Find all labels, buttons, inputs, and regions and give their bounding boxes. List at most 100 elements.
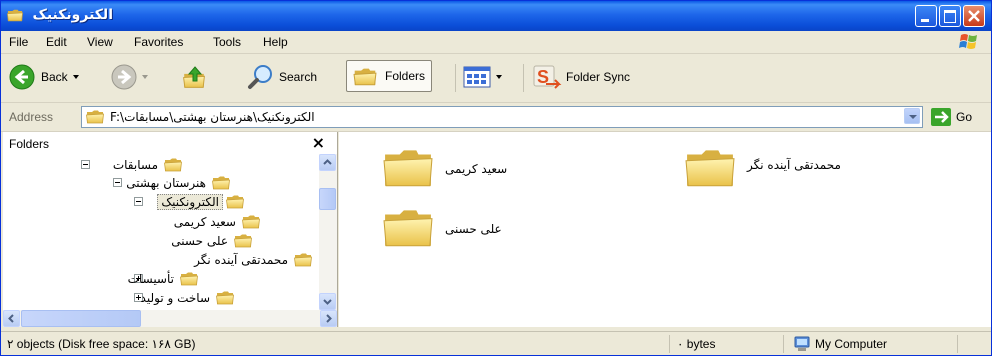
go-button[interactable]: Go	[931, 108, 972, 126]
tree-item[interactable]: تأسیسات	[125, 270, 201, 288]
vertical-scrollbar[interactable]	[319, 154, 337, 310]
menu-help[interactable]: Help	[263, 35, 288, 49]
scroll-right-button[interactable]	[320, 310, 337, 327]
folder-sync-label: Folder Sync	[566, 70, 631, 84]
folder-icon	[242, 215, 260, 229]
address-bar: Address F:\الکترونکنیک\هنرستان بهشتی\مسا…	[1, 103, 991, 132]
tree-item[interactable]: سعید کریمی	[171, 213, 263, 231]
folder-icon	[383, 146, 433, 188]
folder-item[interactable]: محمدتقی آینده نگر	[685, 146, 905, 192]
folder-up-icon	[183, 66, 205, 88]
chevron-down-icon[interactable]	[496, 75, 502, 79]
views-button[interactable]	[463, 62, 502, 92]
folder-sync-button[interactable]: S Folder Sync	[532, 62, 630, 92]
menu-edit[interactable]: Edit	[46, 35, 67, 49]
folders-pane-header: Folders ×	[3, 132, 337, 154]
tree-expander[interactable]	[134, 197, 143, 206]
file-view[interactable]: سعید کریمی محمدتقی آینده نگر علی حسنی	[339, 132, 991, 327]
explorer-window: الکترونکنیک File Edit View Favorites Too…	[0, 0, 992, 356]
folder-icon	[164, 158, 182, 172]
computer-icon	[794, 336, 810, 351]
toolbar: Back Search Folders S Folder Sync	[1, 54, 991, 103]
chevron-down-icon[interactable]	[72, 75, 79, 79]
folders-button[interactable]: Folders	[346, 60, 433, 92]
window-title: الکترونکنیک	[32, 7, 114, 23]
status-bar: ۲ objects (Disk free space: ۱۶۸ GB) ۰ by…	[1, 331, 991, 355]
folder-icon	[212, 176, 230, 190]
folder-icon	[180, 272, 198, 286]
folder-icon	[234, 234, 252, 248]
chevron-left-icon	[8, 314, 14, 323]
folders-pane: Folders × مسابقات هنرستان بهشتی الکترونک…	[3, 132, 338, 327]
folder-icon	[7, 9, 23, 21]
folder-item[interactable]: سعید کریمی	[383, 146, 563, 192]
forward-arrow-icon	[111, 64, 137, 90]
menu-favorites[interactable]: Favorites	[134, 35, 183, 49]
status-divider	[783, 335, 784, 353]
windows-logo-icon	[959, 34, 977, 49]
minimize-button[interactable]	[915, 5, 937, 27]
scroll-down-button[interactable]	[319, 293, 336, 310]
tree-item[interactable]: مسابقات	[110, 156, 185, 174]
toolbar-divider	[523, 64, 524, 92]
folder-sync-icon: S	[533, 65, 562, 89]
search-button[interactable]: Search	[247, 62, 317, 92]
forward-button[interactable]	[111, 62, 148, 92]
menu-view[interactable]: View	[87, 35, 113, 49]
folder-icon	[383, 206, 433, 248]
address-label: Address	[9, 110, 54, 124]
chevron-down-icon	[323, 299, 332, 305]
chevron-right-icon	[326, 314, 332, 323]
go-arrow-icon	[931, 108, 951, 126]
close-pane-icon[interactable]: ×	[312, 133, 325, 152]
back-arrow-icon	[9, 64, 35, 90]
tree-expander[interactable]	[81, 160, 90, 169]
address-dropdown-button[interactable]	[904, 108, 920, 124]
scrollbar-thumb[interactable]	[21, 310, 141, 327]
folder-tree: مسابقات هنرستان بهشتی الکترونکنیک سعید ک…	[3, 154, 319, 310]
close-button[interactable]	[963, 5, 985, 27]
search-label: Search	[279, 70, 318, 84]
tree-expander[interactable]	[113, 178, 122, 187]
folders-label: Folders	[385, 69, 426, 83]
folders-pane-title: Folders	[9, 137, 50, 151]
folder-icon	[685, 146, 735, 188]
back-label: Back	[41, 70, 68, 84]
address-input[interactable]: F:\الکترونکنیک\هنرستان بهشتی\مسابقات	[81, 106, 923, 128]
menu-tools[interactable]: Tools	[213, 35, 241, 49]
folders-icon	[353, 68, 377, 86]
back-button[interactable]: Back	[9, 62, 79, 92]
go-label: Go	[956, 110, 973, 124]
chevron-down-icon[interactable]	[142, 75, 148, 79]
folder-icon	[86, 110, 104, 124]
scroll-up-button[interactable]	[319, 154, 336, 171]
chevron-up-icon	[323, 159, 332, 165]
up-folder-button[interactable]	[181, 62, 209, 92]
maximize-button[interactable]	[939, 5, 961, 27]
folder-item[interactable]: علی حسنی	[383, 206, 563, 252]
status-objects: ۲ objects (Disk free space: ۱۶۸ GB)	[7, 337, 196, 351]
scrollbar-thumb[interactable]	[319, 188, 336, 210]
close-icon	[968, 10, 980, 22]
address-value: F:\الکترونکنیک\هنرستان بهشتی\مسابقات	[110, 110, 315, 124]
tree-item-selected[interactable]: الکترونکنیک	[157, 193, 247, 211]
folder-icon	[294, 253, 312, 267]
views-icon	[463, 66, 491, 88]
status-bytes: ۰ bytes	[677, 337, 716, 351]
menu-file[interactable]: File	[9, 35, 28, 49]
title-bar[interactable]: الکترونکنیک	[1, 1, 991, 31]
tree-item[interactable]: علی حسنی	[168, 232, 255, 250]
tree-item[interactable]: محمدتقی آینده نگر	[191, 251, 315, 269]
toolbar-divider	[455, 64, 456, 92]
status-divider	[957, 335, 958, 353]
tree-item[interactable]: هنرستان بهشتی	[123, 174, 233, 192]
status-location: My Computer	[815, 337, 888, 351]
scroll-left-button[interactable]	[3, 310, 20, 327]
horizontal-scrollbar[interactable]	[3, 310, 337, 327]
search-icon	[248, 65, 272, 89]
status-divider	[669, 335, 670, 353]
menu-bar: File Edit View Favorites Tools Help	[1, 31, 991, 54]
folder-icon	[226, 195, 244, 209]
tree-item[interactable]: ساخت و تولید	[138, 289, 237, 307]
folder-icon	[216, 291, 234, 305]
